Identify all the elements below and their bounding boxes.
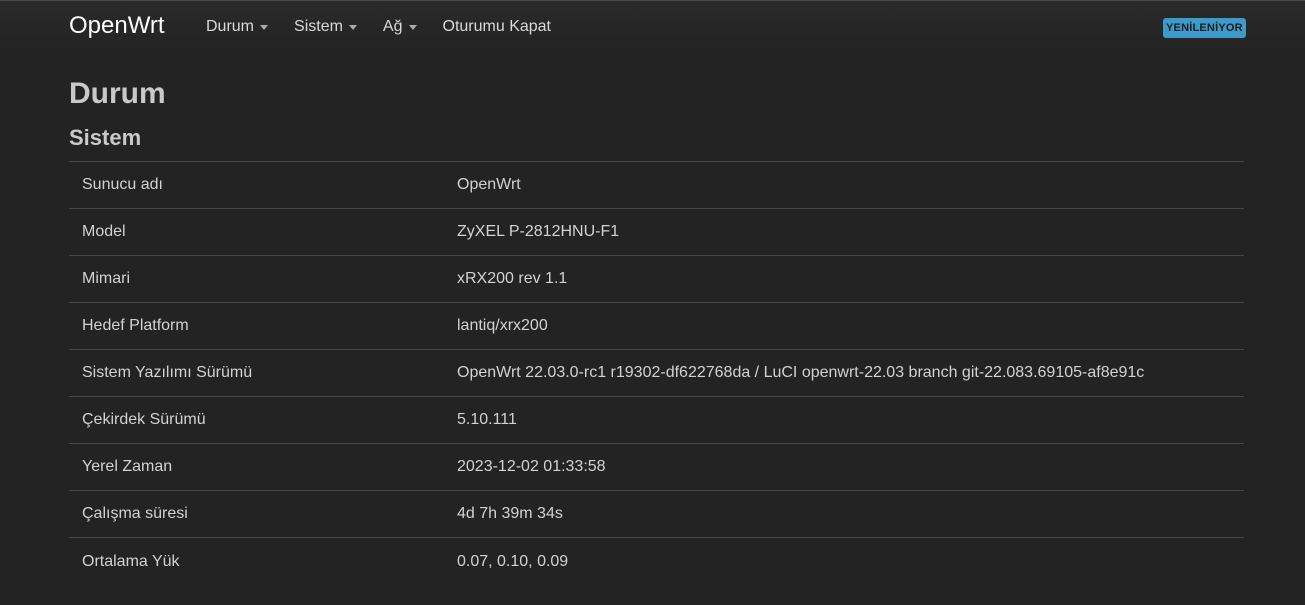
- table-row-local-time: Yerel Zaman 2023-12-02 01:33:58: [69, 444, 1244, 491]
- table-row-target-platform: Hedef Platform lantiq/xrx200: [69, 303, 1244, 350]
- caret-down-icon: [408, 25, 417, 30]
- nav-ag-menu[interactable]: Ağ: [383, 18, 417, 36]
- top-navbar: OpenWrt Durum Sistem Ağ Oturumu Kapat YE…: [0, 0, 1305, 52]
- row-key: Sunucu adı: [82, 176, 163, 193]
- row-key: Sistem Yazılımı Sürümü: [82, 364, 253, 381]
- row-value: lantiq/xrx200: [457, 317, 548, 334]
- main-nav: Durum Sistem Ağ Oturumu Kapat: [206, 17, 551, 37]
- row-value: xRX200 rev 1.1: [457, 270, 568, 287]
- page-title: Durum: [69, 77, 166, 110]
- nav-logout-label: Oturumu Kapat: [442, 18, 552, 35]
- row-value: OpenWrt: [457, 176, 521, 193]
- caret-down-icon: [348, 25, 357, 30]
- table-row-hostname: Sunucu adı OpenWrt: [69, 162, 1244, 209]
- nav-ag-label: Ağ: [382, 18, 403, 35]
- row-value: 4d 7h 39m 34s: [457, 505, 563, 522]
- row-value: 2023-12-02 01:33:58: [457, 458, 606, 475]
- row-value: ZyXEL P-2812HNU-F1: [457, 223, 620, 240]
- row-key: Hedef Platform: [82, 317, 189, 334]
- row-value: 5.10.111: [457, 411, 517, 428]
- table-row-uptime: Çalışma süresi 4d 7h 39m 34s: [69, 491, 1244, 538]
- row-value: 0.07, 0.10, 0.09: [457, 552, 569, 570]
- row-value: OpenWrt 22.03.0-rc1 r19302-df622768da / …: [457, 364, 1145, 381]
- row-key: Model: [82, 223, 126, 240]
- section-title: Sistem: [69, 125, 142, 150]
- refresh-status-badge[interactable]: YENİLENİYOR: [1163, 18, 1246, 38]
- row-key: Ortalama Yük: [82, 552, 180, 570]
- nav-durum-label: Durum: [206, 18, 255, 35]
- row-key: Çalışma süresi: [82, 505, 188, 522]
- table-row-kernel-version: Çekirdek Sürümü 5.10.111: [69, 397, 1244, 444]
- table-row-architecture: Mimari xRX200 rev 1.1: [69, 256, 1244, 303]
- nav-sistem-menu[interactable]: Sistem: [294, 18, 357, 36]
- nav-logout-link[interactable]: Oturumu Kapat: [443, 18, 552, 36]
- row-key: Çekirdek Sürümü: [82, 411, 206, 428]
- table-row-firmware-version: Sistem Yazılımı Sürümü OpenWrt 22.03.0-r…: [69, 350, 1244, 397]
- nav-sistem-label: Sistem: [294, 18, 343, 35]
- row-key: Mimari: [82, 270, 130, 287]
- system-info-table: Sunucu adı OpenWrt Model ZyXEL P-2812HNU…: [69, 161, 1244, 585]
- table-row-load-average: Ortalama Yük 0.07, 0.10, 0.09: [69, 538, 1244, 585]
- table-row-model: Model ZyXEL P-2812HNU-F1: [69, 209, 1244, 256]
- nav-durum-menu[interactable]: Durum: [206, 18, 269, 36]
- caret-down-icon: [260, 25, 269, 30]
- row-key: Yerel Zaman: [82, 458, 173, 475]
- brand-logo-link[interactable]: OpenWrt: [69, 12, 165, 40]
